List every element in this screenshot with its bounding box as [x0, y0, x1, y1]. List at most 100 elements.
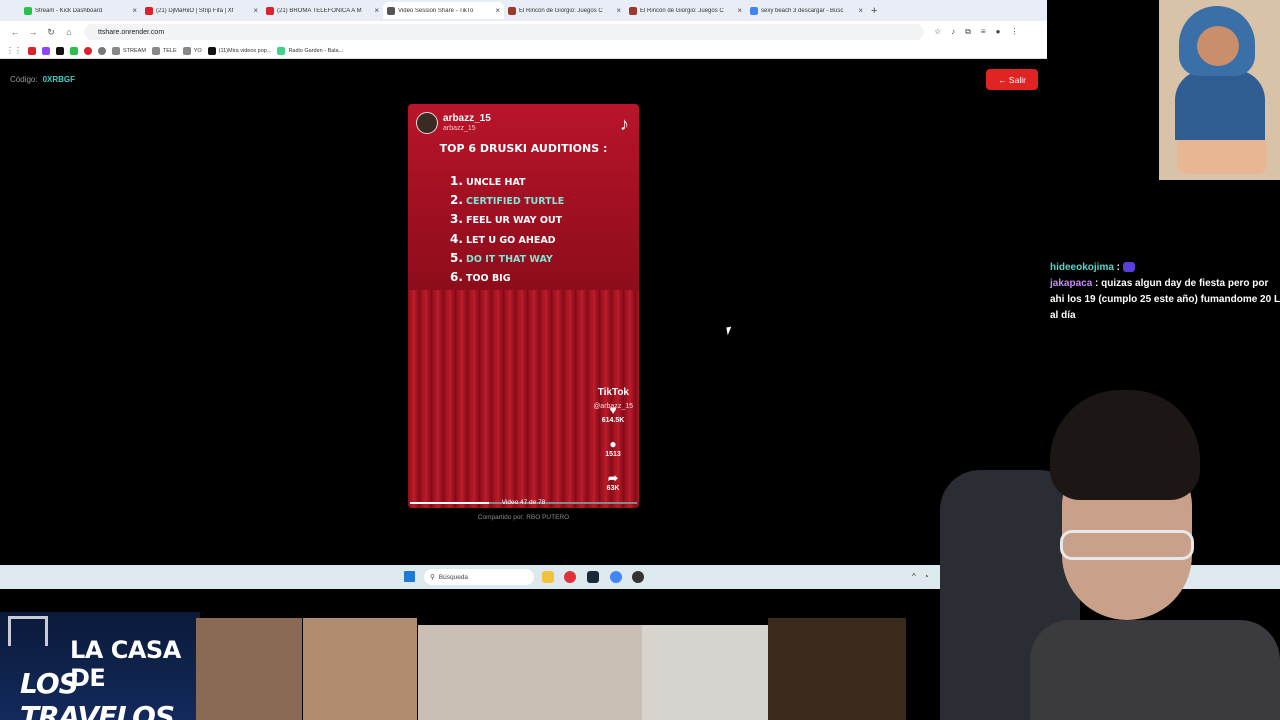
list-number: 4. — [450, 231, 463, 246]
bookmark-item[interactable]: TELE — [151, 46, 177, 55]
bookmark-item[interactable]: YO — [182, 46, 202, 55]
video-player[interactable]: arbazz_15 arbazz_15 ♪ TOP 6 DRUSKI AUDIT… — [408, 104, 639, 508]
screen: Stream - Kick Dashboard × (21) DjMaRiiO | … — [0, 0, 1280, 720]
file-explorer-icon[interactable] — [542, 571, 554, 583]
app-icon-dark[interactable] — [632, 571, 644, 583]
bookmark-label: Radio Garden - Bala... — [288, 47, 344, 54]
list-text: CERTIFIED TURTLE — [466, 196, 565, 208]
home-icon[interactable]: ⌂ — [60, 27, 78, 37]
bookmark-star-icon[interactable]: ☆ — [934, 27, 941, 37]
chat-message: jakapaca : quizas algun day de fiesta pe… — [1050, 278, 1280, 321]
author-handle: arbazz_15 — [443, 124, 476, 132]
profile-icon[interactable]: ● — [996, 27, 1001, 37]
bookmark-label: (11)Mira videos pop... — [218, 47, 272, 54]
browser-tab[interactable]: El Rincón de Giorgio: Juegos C × — [625, 2, 746, 19]
tab-title: El Rincón de Giorgio: Juegos C — [640, 7, 724, 14]
bookmark-icon-3[interactable] — [56, 46, 64, 55]
tab-title: (21) DjMaRiiO | Strip Fifa | Xf — [156, 7, 234, 14]
video-list-item: 3. FEEL UR WAY OUT — [450, 212, 564, 231]
bookmark-item[interactable]: STREAM — [112, 46, 146, 55]
code-value: 0XRBGF — [42, 75, 76, 84]
apps-icon[interactable]: ⋮⋮ — [6, 46, 22, 55]
folder-icon — [207, 46, 216, 55]
browser-tab[interactable]: (21) DjMaRiiO | Strip Fifa | Xf × — [141, 2, 262, 19]
address-bar[interactable]: ttshare.onrender.com — [84, 24, 924, 40]
tab-close-icon[interactable]: × — [374, 6, 379, 15]
bookmark-label: TELE — [162, 47, 177, 54]
windows-start-icon[interactable] — [404, 571, 415, 582]
tab-close-icon[interactable]: × — [132, 6, 137, 15]
folder-icon — [277, 46, 286, 55]
bookmark-item[interactable]: (11)Mira videos pop... — [207, 46, 272, 55]
browser-tab[interactable]: Video Session Share - TikTo × — [383, 2, 504, 19]
bookmark-icon-4[interactable] — [70, 46, 78, 55]
app-icon-red[interactable] — [564, 571, 576, 583]
code-label: Código: — [10, 75, 38, 84]
author-username: arbazz_15 — [443, 112, 491, 124]
bookmark-icon-2[interactable] — [42, 46, 50, 55]
search-placeholder: Búsqueda — [438, 573, 469, 581]
like-count: 614.5K — [601, 417, 625, 424]
menu-icon[interactable]: ⋮ — [1010, 27, 1018, 37]
bookmark-item[interactable]: Radio Garden - Bala... — [277, 46, 344, 55]
participant-thumbnail — [768, 618, 906, 720]
browser-tab[interactable]: (21) BROMA TELEFÓNICA A M × — [262, 2, 383, 19]
tab-title: El Rincón de Giorgio: Juegos C — [519, 7, 603, 14]
emote-icon — [1123, 262, 1136, 273]
webcam-streamer — [940, 390, 1280, 720]
tab-close-icon[interactable]: × — [616, 6, 621, 15]
steam-icon[interactable] — [587, 571, 599, 583]
bookmark-label: YO — [193, 47, 202, 54]
tab-title: Video Session Share - TikTo — [398, 7, 474, 14]
browser-nav-bar: ← → ↻ ⌂ ttshare.onrender.com ☆ ♪ ⧉ ≡ ● ⋮ — [0, 21, 1047, 43]
tab-close-icon[interactable]: × — [858, 6, 863, 15]
back-icon[interactable]: ← — [6, 27, 24, 37]
session-code: Código: 0XRBGF — [10, 75, 75, 84]
video-list-item: 6. TOO BIG — [450, 270, 564, 289]
taskbar-search[interactable]: ⚲ Búsqueda — [424, 569, 534, 585]
tab-title: sexy beach 3 descargar - Busc — [761, 7, 844, 14]
video-list-item: 4. LET U GO AHEAD — [450, 232, 564, 251]
bookmark-icon-6[interactable] — [98, 46, 106, 55]
new-tab-icon[interactable]: + — [871, 5, 877, 17]
chat-username: jakapaca — [1050, 278, 1093, 289]
list-number: 1. — [450, 174, 463, 188]
tray-expand-icon[interactable]: ^ — [912, 572, 916, 581]
media-icon[interactable]: ♪ — [951, 27, 955, 37]
share-icon: ➦ — [607, 471, 619, 485]
bookmark-icon-5[interactable] — [84, 46, 92, 55]
like-button[interactable]: ♥ 614.5K — [597, 404, 629, 425]
browser-tab[interactable]: Stream - Kick Dashboard × — [20, 2, 141, 19]
list-number: 5. — [450, 250, 463, 265]
forward-icon[interactable]: → — [24, 27, 42, 37]
video-author[interactable]: arbazz_15 arbazz_15 — [416, 112, 491, 134]
tab-close-icon[interactable]: × — [737, 6, 742, 15]
video-title: TOP 6 DRUSKI AUDITIONS : — [439, 142, 608, 155]
list-number: 2. — [450, 193, 463, 208]
extensions-icon[interactable]: ⧉ — [965, 27, 971, 37]
browser-tab[interactable]: sexy beach 3 descargar - Busc × — [746, 2, 867, 19]
comment-button[interactable]: ● 1513 — [597, 438, 629, 459]
folder-icon — [182, 46, 191, 55]
video-list-item: 1. UNCLE HAT — [450, 174, 564, 193]
reload-icon[interactable]: ↻ — [42, 27, 60, 38]
participant-thumbnail — [418, 625, 642, 720]
author-avatar[interactable] — [416, 112, 438, 134]
tab-close-icon[interactable]: × — [495, 6, 500, 15]
folder-icon — [112, 46, 120, 55]
chrome-icon[interactable] — [610, 571, 622, 583]
bookmark-icon-1[interactable] — [28, 46, 36, 55]
chat-overlay: hideeokojima : jakapaca : quizas algun d… — [1050, 260, 1280, 324]
tray-app-icon[interactable]: ◔ — [924, 572, 929, 581]
tab-close-icon[interactable]: × — [253, 6, 258, 15]
share-button[interactable]: ➦ 63K — [597, 471, 629, 493]
list-text: TOO BIG — [466, 272, 511, 284]
queue-icon[interactable]: ≡ — [981, 27, 986, 37]
tab-favicon-icon — [629, 6, 637, 15]
exit-button[interactable]: ← Salir — [986, 69, 1038, 90]
video-counter: Video 47 de 78 — [501, 499, 546, 506]
list-text: LET U GO AHEAD — [466, 234, 556, 246]
comment-count: 1513 — [605, 451, 621, 458]
browser-tab[interactable]: El Rincón de Giorgio: Juegos C × — [504, 2, 625, 19]
tab-favicon-icon — [145, 6, 153, 15]
